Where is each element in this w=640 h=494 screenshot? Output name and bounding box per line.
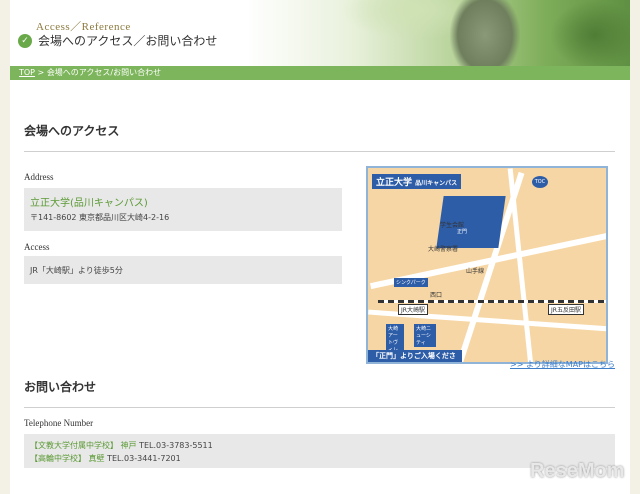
phone-line-2: 【高輪中学校】 真壁 TEL.03-3441-7201 xyxy=(30,453,181,464)
school-name: 【高輪中学校】 xyxy=(30,454,86,463)
phone-number[interactable]: TEL.03-3783-5511 xyxy=(139,441,213,450)
yamanote-label: 山手線 xyxy=(466,268,485,275)
map-title-sub: 品川キャンパス xyxy=(415,180,458,187)
contact-person: 真壁 xyxy=(88,454,105,463)
map-railway xyxy=(378,300,606,303)
campus-map[interactable]: 立正大学 品川キャンパス 正門 TOC JR大崎駅 JR五反田駅 西口 シンクパ… xyxy=(366,166,608,364)
osaki-station: JR大崎駅 xyxy=(398,304,428,315)
access-text: JR「大崎駅」より徒歩5分 xyxy=(30,266,123,275)
contact-heading: お問い合わせ xyxy=(24,380,97,394)
map-gate-note: 「正門」よりご入場ください xyxy=(368,350,462,362)
gakusei-label: 学生会館 xyxy=(440,222,465,229)
telephone-box: 【文教大学付属中学校】 神戸 TEL.03-3783-5511 【高輪中学校】 … xyxy=(24,434,615,468)
resemom-watermark: ReseMom xyxy=(530,460,625,482)
header-banner: Access／Reference ✓ 会場へのアクセス／お問い合わせ xyxy=(10,0,630,66)
venue-name: 立正大学(品川キャンパス) xyxy=(30,198,148,209)
divider xyxy=(24,151,615,152)
shinka-park-box: シンクパーク xyxy=(394,278,428,287)
breadcrumb-top-link[interactable]: TOP xyxy=(19,68,35,77)
osaki-newcity-box: 大崎ニューシティ xyxy=(414,324,436,347)
access-label: Access xyxy=(24,242,50,252)
school-name: 【文教大学付属中学校】 xyxy=(30,441,118,450)
police-label: 大崎警察署 xyxy=(428,246,459,253)
phone-line-1: 【文教大学付属中学校】 神戸 TEL.03-3783-5511 xyxy=(30,440,213,451)
banner-tree-trunk xyxy=(450,0,520,66)
divider xyxy=(24,407,615,408)
map-title: 立正大学 品川キャンパス xyxy=(372,174,462,189)
toc-marker: TOC xyxy=(532,176,548,188)
access-heading: 会場へのアクセス xyxy=(24,124,120,138)
map-road xyxy=(507,168,534,362)
breadcrumb-separator: > xyxy=(35,68,47,77)
detailed-map-link[interactable]: >> より詳細なMAPはこちら xyxy=(510,359,615,370)
phone-number[interactable]: TEL.03-3441-7201 xyxy=(107,454,181,463)
page-title: 会場へのアクセス／お問い合わせ xyxy=(38,34,218,48)
header-title-row: ✓ 会場へのアクセス／お問い合わせ xyxy=(18,32,217,49)
address-label: Address xyxy=(24,172,54,182)
telephone-label: Telephone Number xyxy=(24,418,94,428)
gotanda-station: JR五反田駅 xyxy=(548,304,584,315)
map-title-text: 立正大学 xyxy=(376,178,413,188)
banner-foliage-dark xyxy=(550,0,630,66)
address-box: 立正大学(品川キャンパス) 〒141-8602 東京都品川区大崎4-2-16 xyxy=(24,188,342,231)
access-box: JR「大崎駅」より徒歩5分 xyxy=(24,256,342,284)
breadcrumb-current: 会場へのアクセス/お問い合わせ xyxy=(46,68,162,77)
leaf-icon: ✓ xyxy=(18,33,32,48)
page-wrapper: Access／Reference ✓ 会場へのアクセス／お問い合わせ TOP >… xyxy=(10,0,630,494)
contact-person: 神戸 xyxy=(120,441,137,450)
breadcrumb: TOP > 会場へのアクセス/お問い合わせ xyxy=(10,66,630,80)
venue-address: 〒141-8602 東京都品川区大崎4-2-16 xyxy=(30,213,170,222)
west-exit-label: 西口 xyxy=(430,292,443,299)
